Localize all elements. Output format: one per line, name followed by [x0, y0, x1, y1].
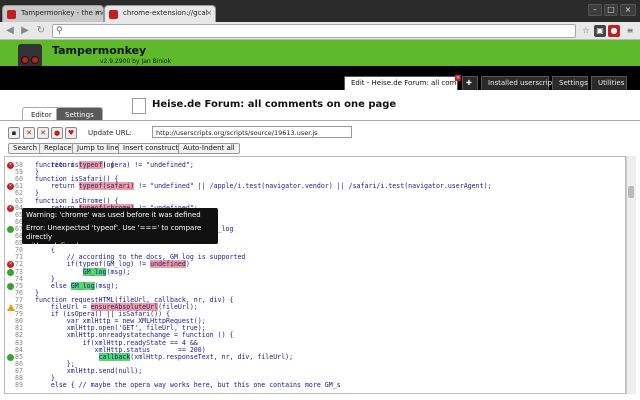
code-editor[interactable]: function isOpera() { × 58 return typeof(o… [4, 156, 626, 394]
tab-edit-script[interactable]: Edit - Heise.de Forum: all comme... [344, 76, 458, 90]
browser-tab-label: chrome-extension://gcal [123, 9, 208, 17]
tampermonkey-logo-icon [18, 44, 42, 68]
tooltip-error-text-cont: with undefined [26, 242, 79, 250]
subtab-editor[interactable]: Editor [22, 107, 61, 121]
reset-icon[interactable]: ● [51, 127, 63, 139]
tooltip-error-text: Error: Unexpected 'typeof'. Use '===' to… [26, 224, 202, 241]
editor-scrollbar-thumb[interactable] [628, 186, 634, 198]
script-title: Heise.de Forum: all comments on one page [152, 99, 397, 110]
close-window-icon[interactable]: × [620, 4, 636, 16]
bookmark-star-icon[interactable]: ☆ [580, 25, 592, 37]
browser-tab-label: Tampermonkey - the mo [21, 9, 104, 17]
reload-icon[interactable]: ↻ [34, 24, 48, 38]
forward-icon[interactable]: ▶ [18, 24, 32, 38]
close-tab-icon[interactable]: × [206, 9, 212, 17]
tab-edit-label: Edit - Heise.de Forum: all comme... [351, 79, 457, 87]
address-bar[interactable]: ⚲ [52, 24, 576, 38]
tab-settings-label: Settings [559, 79, 588, 87]
tampermonkey-favicon-icon [109, 10, 118, 19]
code-line: 89 else { // maybe the opera way works h… [5, 381, 625, 390]
code-text: else { // maybe the opera way works here… [35, 381, 341, 390]
delete-icon[interactable]: ♥ [65, 127, 77, 139]
app-title: Tampermonkey [52, 44, 147, 57]
add-script-icon: ✚ [466, 79, 472, 87]
subtab-settings-label: Settings [65, 111, 94, 119]
browser-tab-tampermonkey[interactable]: Tampermonkey - the mo × [2, 5, 104, 22]
browser-window: Tampermonkey - the mo × chrome-extension… [0, 0, 640, 400]
tampermonkey-favicon-icon [7, 10, 16, 19]
close-tab-icon[interactable]: × [94, 9, 100, 17]
update-url-input[interactable]: http://userscripts.org/scripts/source/19… [152, 126, 352, 138]
tab-utilities[interactable]: Utilities [591, 76, 627, 90]
extension-icon[interactable]: ▣ [594, 25, 606, 37]
tab-installed-label: Installed userscripts [488, 79, 559, 87]
back-icon[interactable]: ◀ [3, 24, 17, 38]
auto-indent-button[interactable]: Auto-Indent all [178, 143, 240, 154]
tab-new-script[interactable]: ✚ [462, 76, 478, 90]
update-url-label: Update URL: [88, 129, 132, 137]
search-icon: ⚲ [56, 26, 63, 36]
app-version: v2.9.2900 by Jan Biniok [100, 58, 171, 65]
subtab-editor-label: Editor [31, 111, 52, 119]
tampermonkey-extension-icon[interactable]: ● [608, 25, 620, 37]
line-gutter: 89 [5, 381, 33, 390]
subtab-divider [0, 120, 640, 121]
close-editor-icon[interactable]: ✕ [37, 127, 49, 139]
tab-utilities-label: Utilities [598, 79, 625, 87]
search-button[interactable]: Search [8, 143, 43, 154]
jump-to-line-button[interactable]: Jump to line [72, 143, 124, 154]
tab-installed-userscripts[interactable]: Installed userscripts [481, 76, 558, 90]
line-number: 89 [15, 381, 23, 390]
tampermonkey-header: Tampermonkey v2.9.2900 by Jan Biniok [0, 40, 640, 68]
tab-settings[interactable]: Settings [552, 76, 588, 90]
save-close-icon[interactable]: ✕ [23, 127, 35, 139]
script-document-icon [132, 98, 146, 114]
lint-tooltip: Warning: 'chrome' was used before it was… [22, 208, 218, 250]
code-segment: else { // maybe the opera way works here… [35, 381, 341, 390]
close-edit-tab-icon[interactable]: × [455, 75, 461, 81]
save-icon[interactable]: ▪ [8, 127, 20, 139]
menu-wrench-icon[interactable]: ≡ [624, 25, 636, 37]
tooltip-warning-text: Warning: 'chrome' was used before it was… [26, 211, 201, 219]
subtab-settings[interactable]: Settings [56, 107, 103, 121]
maximize-window-icon[interactable]: □ [604, 4, 618, 16]
browser-tab-strip: Tampermonkey - the mo × chrome-extension… [0, 0, 640, 22]
browser-tab-extension[interactable]: chrome-extension://gcal × [104, 5, 216, 22]
browser-toolbar: ◀ ▶ ↻ ⚲ ☆ ▣ ● ≡ [0, 22, 640, 40]
minimize-window-icon[interactable]: – [588, 4, 602, 16]
